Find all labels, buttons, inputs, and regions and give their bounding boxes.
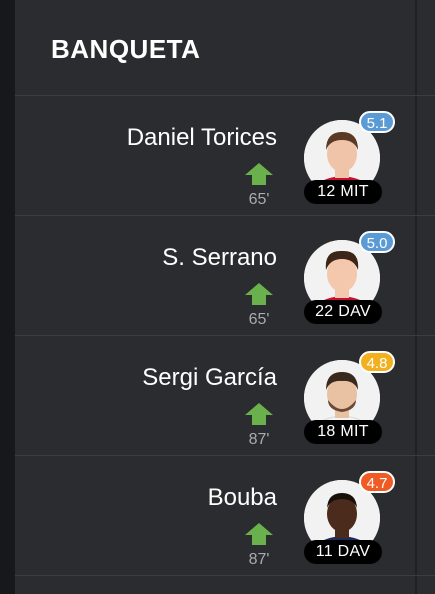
substitution-minute: 65' bbox=[248, 311, 270, 328]
shirt-number-position: 11 DAV bbox=[304, 540, 382, 564]
left-edge bbox=[0, 0, 15, 594]
bench-player-row[interactable]: Bouba 87' 4.7 11 DAV bbox=[15, 456, 435, 576]
substitution-in-icon bbox=[245, 523, 273, 545]
substitution-minute: 87' bbox=[248, 551, 270, 568]
shirt-number-position: 18 MIT bbox=[304, 420, 382, 444]
rating-badge: 4.7 bbox=[359, 471, 395, 493]
substitution-minute: 87' bbox=[248, 431, 270, 448]
player-name: S. Serrano bbox=[162, 244, 277, 271]
player-name: Bouba bbox=[207, 484, 277, 511]
rating-badge: 4.8 bbox=[359, 351, 395, 373]
rating-badge: 5.1 bbox=[359, 111, 395, 133]
bench-header: BANQUETA bbox=[15, 0, 435, 96]
bench-player-row[interactable]: Sergi García 87' 4.8 18 MIT bbox=[15, 336, 435, 456]
rating-badge: 5.0 bbox=[359, 231, 395, 253]
player-name: Sergi García bbox=[142, 364, 277, 391]
bench-title: BANQUETA bbox=[51, 34, 201, 64]
substitution-minute: 65' bbox=[248, 191, 270, 208]
substitution-in-icon bbox=[245, 403, 273, 425]
bench-player-row[interactable]: Daniel Torices 65' 5.1 12 MIT bbox=[15, 96, 435, 216]
shirt-number-position: 12 MIT bbox=[304, 180, 382, 204]
substitution-in-icon bbox=[245, 283, 273, 305]
player-name: Daniel Torices bbox=[126, 124, 277, 151]
shirt-number-position: 22 DAV bbox=[304, 300, 382, 324]
bench-player-row[interactable]: S. Serrano 65' 5.0 22 DAV bbox=[15, 216, 435, 336]
substitution-in-icon bbox=[245, 163, 273, 185]
